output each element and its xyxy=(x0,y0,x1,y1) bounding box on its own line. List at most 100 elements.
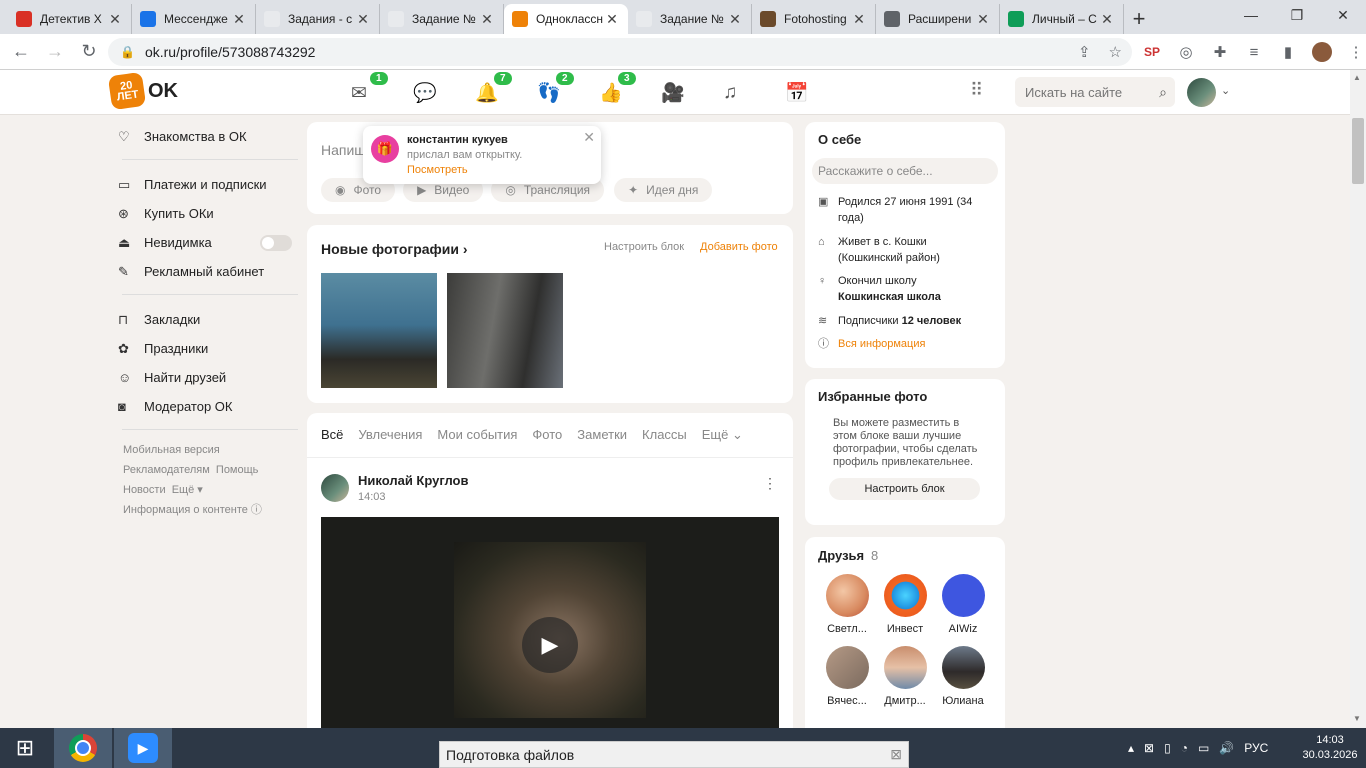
friend-item[interactable]: Светл... xyxy=(818,574,876,635)
left-nav-item[interactable]: ⊛ Купить ОКи xyxy=(118,199,298,228)
language-indicator[interactable]: РУС xyxy=(1244,741,1268,755)
like-icon[interactable]: 👍 3 xyxy=(598,72,660,106)
browser-tab[interactable]: Fotohosting ✕ xyxy=(752,4,876,34)
friend-avatar[interactable] xyxy=(825,574,869,617)
star-icon[interactable]: ☆ xyxy=(1109,43,1122,61)
volume-icon[interactable]: 🔊 xyxy=(1219,741,1234,755)
content-info-link[interactable]: Информация о контенте ⓘ xyxy=(123,504,262,516)
more-link[interactable]: Ещё ▾ xyxy=(172,484,203,496)
mail-icon[interactable]: ✉ 1 xyxy=(350,72,412,106)
browser-tab[interactable]: Задание № ✕ xyxy=(628,4,752,34)
about-input[interactable]: Расскажите о себе... xyxy=(812,158,998,184)
left-nav-item[interactable]: ◙ Модератор ОК xyxy=(118,392,298,421)
close-tab-icon[interactable]: ✕ xyxy=(107,11,123,28)
notification-view-link[interactable]: Посмотреть xyxy=(407,164,468,176)
advertisers-link[interactable]: Рекламодателям xyxy=(123,464,210,476)
browser-tab[interactable]: Детектив Х ✕ xyxy=(8,4,132,34)
friends-title[interactable]: Друзья xyxy=(818,548,864,563)
video-icon[interactable]: 🎥 xyxy=(660,80,722,106)
browser-tab[interactable]: Задания - с ✕ xyxy=(256,4,380,34)
battery-icon[interactable]: ▯ xyxy=(1164,741,1171,755)
puzzle-icon[interactable]: ✚ xyxy=(1208,38,1232,66)
chat-icon[interactable]: 💬 xyxy=(412,80,474,106)
tray-arrow-icon[interactable]: ▴ xyxy=(1128,741,1134,755)
chrome-taskbar-button[interactable] xyxy=(54,728,112,768)
feed-tab[interactable]: Классы xyxy=(642,427,687,443)
sp-extension-icon[interactable]: SP xyxy=(1140,38,1164,66)
close-tab-icon[interactable]: ✕ xyxy=(1099,11,1115,28)
left-nav-item[interactable]: ✿ Праздники xyxy=(118,334,298,363)
close-tab-icon[interactable]: ✕ xyxy=(231,11,247,28)
friend-avatar[interactable] xyxy=(941,646,985,689)
scroll-down-icon[interactable]: ▼ xyxy=(1353,714,1361,723)
browser-tab[interactable]: Мессендже ✕ xyxy=(132,4,256,34)
clock[interactable]: 14:03 30.03.2026 xyxy=(1300,733,1360,763)
friend-avatar[interactable] xyxy=(941,574,985,617)
media-icon[interactable]: ≡ xyxy=(1242,38,1266,66)
left-nav-item[interactable]: ⊓ Закладки xyxy=(118,305,298,334)
close-icon[interactable]: ✕ xyxy=(583,129,595,146)
friend-item[interactable]: Юлиана xyxy=(934,646,992,707)
school-link[interactable]: Кошкинская школа xyxy=(838,291,941,303)
invisible-toggle[interactable] xyxy=(260,234,292,251)
add-photo-link[interactable]: Добавить фото xyxy=(700,241,778,253)
download-progress-window[interactable]: Подготовка файлов ⊠ xyxy=(439,741,909,768)
minimize-button[interactable]: — xyxy=(1228,0,1274,30)
photo-thumbnail[interactable] xyxy=(321,273,437,388)
feed-tab[interactable]: Мои события xyxy=(437,427,517,443)
forward-button[interactable]: → xyxy=(38,37,72,67)
search-input[interactable] xyxy=(1025,84,1145,100)
friend-avatar[interactable] xyxy=(883,574,927,617)
apps-grid-icon[interactable]: ⠿ xyxy=(970,80,983,101)
wifi-icon[interactable]: ◔ xyxy=(1181,741,1188,755)
close-tab-icon[interactable]: ✕ xyxy=(479,11,495,28)
left-nav-item[interactable]: ☺ Найти друзей xyxy=(118,363,298,392)
configure-block-button[interactable]: Настроить блок xyxy=(829,478,980,500)
post-type-button[interactable]: ✦ Идея дня xyxy=(614,178,713,202)
new-tab-button[interactable]: + xyxy=(1124,4,1154,34)
more-options-icon[interactable]: ⋮ xyxy=(763,475,777,492)
help-link[interactable]: Помощь xyxy=(216,464,259,476)
monitor-icon[interactable]: ▭ xyxy=(1198,741,1209,755)
friend-item[interactable]: AIWiz xyxy=(934,574,992,635)
close-tab-icon[interactable]: ✕ xyxy=(851,11,867,28)
left-nav-item[interactable]: ▭ Платежи и подписки xyxy=(118,170,298,199)
omnibox[interactable]: 🔒 ok.ru/profile/573088743292 ⇪ ☆ xyxy=(108,38,1132,66)
close-icon[interactable]: ⊠ xyxy=(890,746,902,763)
feed-tab[interactable]: Фото xyxy=(532,427,562,443)
browser-tab[interactable]: Расширени ✕ xyxy=(876,4,1000,34)
scrollbar-thumb[interactable] xyxy=(1352,118,1364,184)
compass-extension-icon[interactable]: ◎ xyxy=(1174,38,1198,66)
restore-button[interactable]: ❐ xyxy=(1274,0,1320,30)
profile-avatar[interactable] xyxy=(1310,38,1334,66)
left-nav-item[interactable]: ⏏ Невидимка xyxy=(118,228,298,257)
page-scrollbar[interactable]: ▲ ▼ xyxy=(1350,70,1366,728)
back-button[interactable]: ← xyxy=(4,37,38,67)
close-tab-icon[interactable]: ✕ xyxy=(975,11,991,28)
post-author-avatar[interactable] xyxy=(321,474,349,502)
photo-thumbnail[interactable] xyxy=(447,273,563,388)
friend-avatar[interactable] xyxy=(883,646,927,689)
network-off-icon[interactable]: ⊠ xyxy=(1144,741,1154,755)
close-tab-icon[interactable]: ✕ xyxy=(604,11,620,28)
close-window-button[interactable]: ✕ xyxy=(1320,0,1366,30)
feed-tab[interactable]: Всё xyxy=(321,427,343,443)
ok-logo[interactable]: 20 ЛЕТ OK xyxy=(107,71,178,111)
all-info-row[interactable]: ⓘ Вся информация xyxy=(818,336,925,352)
friend-item[interactable]: Инвест xyxy=(876,574,934,635)
reload-button[interactable]: ↻ xyxy=(72,37,106,67)
feed-tab[interactable]: Заметки xyxy=(577,427,627,443)
share-icon[interactable]: ⇪ xyxy=(1078,43,1091,61)
zoom-taskbar-button[interactable]: ▶ xyxy=(114,728,172,768)
guests-icon[interactable]: 👣 2 xyxy=(536,72,598,106)
calendar-icon[interactable]: 📅 xyxy=(784,80,846,106)
friend-avatar[interactable] xyxy=(825,646,869,689)
site-search[interactable]: ⌕ xyxy=(1015,77,1175,107)
browser-tab[interactable]: Личный – С ✕ xyxy=(1000,4,1124,34)
browser-tab[interactable]: Задание № ✕ xyxy=(380,4,504,34)
video-player[interactable]: ▶ xyxy=(321,517,779,728)
menu-icon[interactable]: ⋮ xyxy=(1344,38,1366,66)
configure-block-link[interactable]: Настроить блок xyxy=(604,241,684,253)
feed-tab[interactable]: Увлечения xyxy=(358,427,422,443)
play-icon[interactable]: ▶ xyxy=(522,617,578,673)
